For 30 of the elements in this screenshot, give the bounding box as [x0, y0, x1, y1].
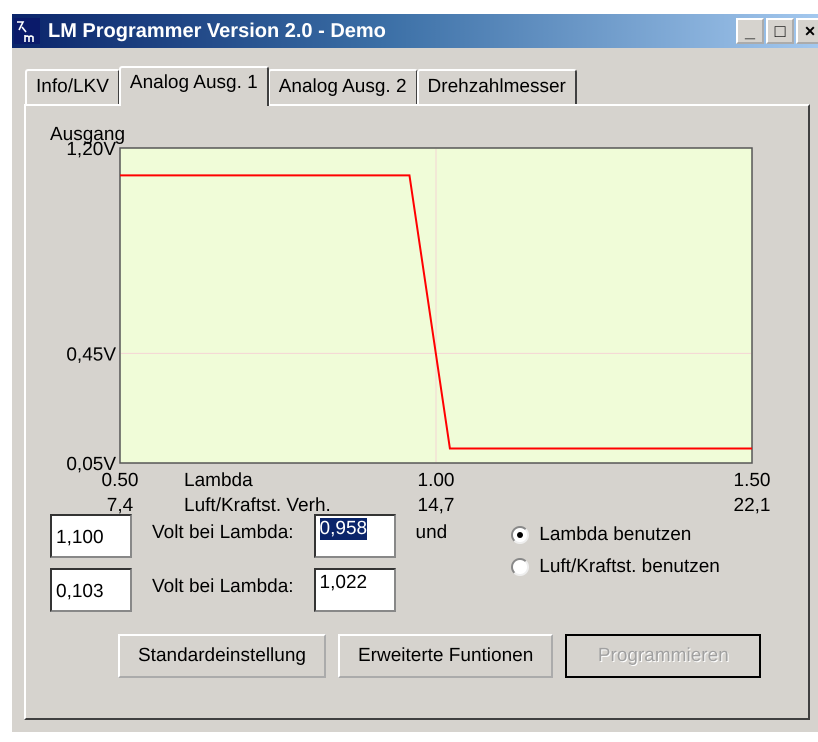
tick-label: 22,1 [734, 495, 770, 516]
volt-field[interactable]: 1,100 [50, 514, 132, 558]
field-label: Volt bei Lambda: [151, 576, 295, 599]
axis-title: Ausgang [50, 124, 126, 145]
radio-option[interactable]: Luft/Kraftst. benutzen [511, 556, 720, 578]
tick-label: 1.00 [418, 470, 454, 491]
close-button[interactable]: × [796, 18, 818, 44]
field-label: Volt bei Lambda: [151, 522, 295, 545]
app-logo-icon [14, 18, 40, 44]
minimize-button[interactable]: _ [736, 18, 764, 44]
lambda-field[interactable]: 1,022 [314, 568, 396, 612]
radio-option[interactable]: Lambda benutzen [511, 524, 720, 546]
axis-title: Lambda [184, 470, 253, 491]
tab[interactable]: Info/LKV [25, 69, 120, 104]
maximize-button[interactable]: □ [766, 18, 794, 44]
tick-label: 0,45V [66, 344, 116, 366]
lambda-field[interactable]: 0,958 [314, 514, 396, 558]
tab[interactable]: Drehzahlmesser [416, 69, 577, 104]
axis-title: Luft/Kraftst. Verh. [184, 495, 331, 516]
action-button[interactable]: Standardeinstellung [118, 634, 326, 678]
field-label: und [414, 522, 448, 545]
tick-label: 0.50 [102, 470, 138, 491]
tick-label: 1.50 [734, 470, 770, 491]
window-title: LM Programmer Version 2.0 - Demo [48, 20, 387, 42]
tab[interactable]: Analog Ausg. 2 [268, 69, 418, 104]
tick-label: 14,7 [418, 495, 454, 516]
tick-label: 7,4 [106, 495, 134, 516]
action-button[interactable]: Erweiterte Funtionen [338, 634, 554, 678]
volt-field[interactable]: 0,103 [50, 568, 132, 612]
tab[interactable]: Analog Ausg. 1 [118, 66, 269, 106]
